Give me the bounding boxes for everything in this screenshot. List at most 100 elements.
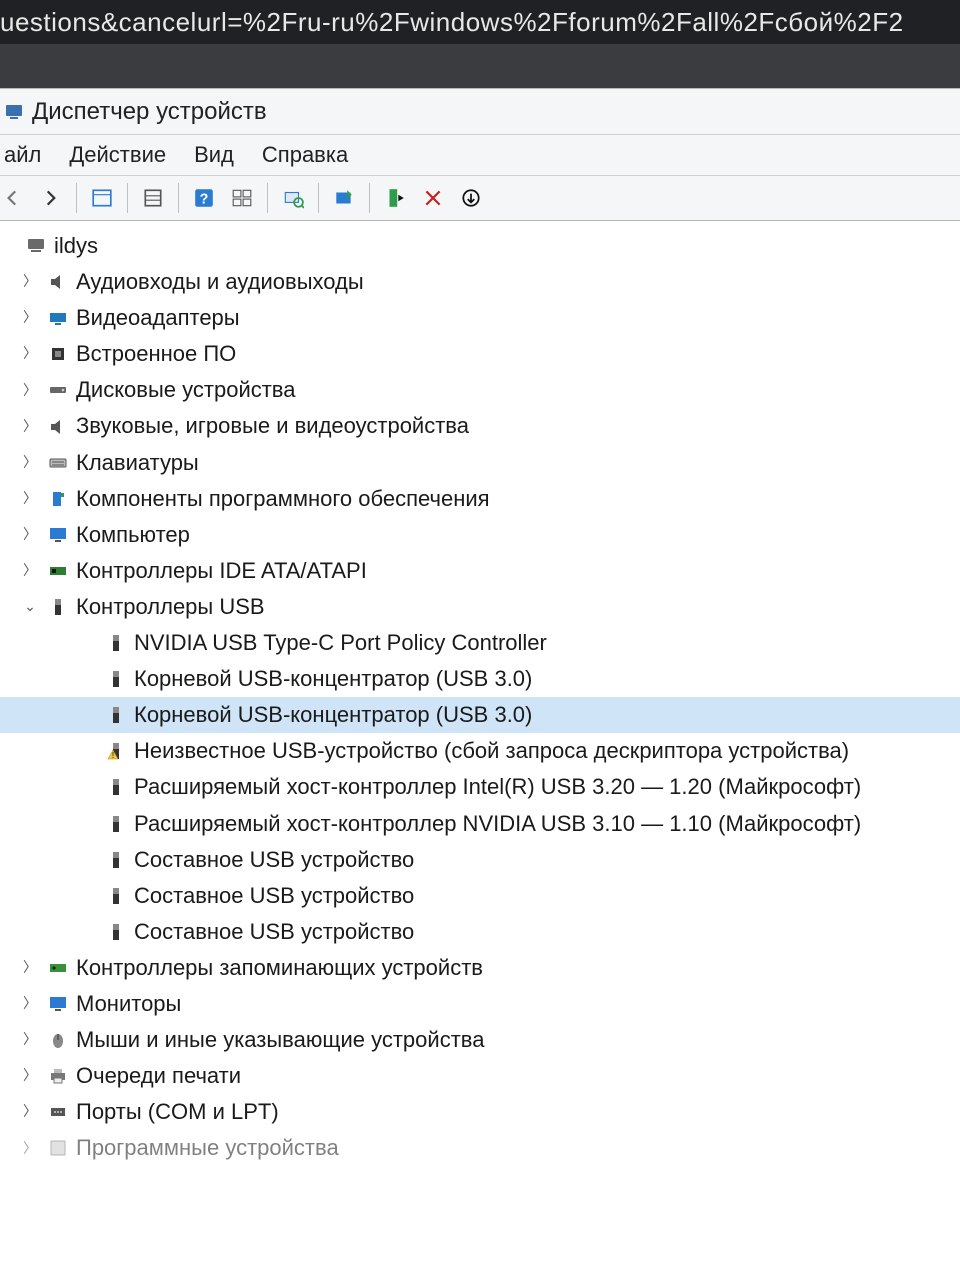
toolbar-show-hidden-button[interactable] (85, 181, 119, 215)
toolbar-help-button[interactable]: ? (187, 181, 221, 215)
tree-category-label: Контроллеры IDE ATA/ATAPI (76, 554, 373, 588)
svg-text:?: ? (200, 192, 209, 208)
expander-icon[interactable]: 〉 (20, 380, 40, 402)
expander-icon[interactable]: 〉 (20, 271, 40, 293)
menu-help[interactable]: Справка (248, 136, 362, 174)
desktop-gap (0, 44, 960, 88)
storage-controller-icon (46, 956, 70, 980)
expander-icon[interactable]: 〉 (20, 1029, 40, 1051)
expander-icon[interactable]: 〉 (20, 560, 40, 582)
tree-item-usb-unknown-warning[interactable]: · ! Неизвестное USB-устройство (сбой зап… (0, 733, 960, 769)
tree-category-swdev[interactable]: 〉 Программные устройства (0, 1130, 960, 1166)
tree-item-usb-composite-2[interactable]: · Составное USB устройство (0, 878, 960, 914)
menu-view[interactable]: Вид (180, 136, 248, 174)
tree-category-label: Контроллеры USB (76, 590, 271, 624)
ide-controller-icon (46, 559, 70, 583)
tree-category-video[interactable]: 〉 Видеоадаптеры (0, 300, 960, 336)
toolbar-scan-button[interactable] (276, 181, 310, 215)
menu-action[interactable]: Действие (55, 136, 180, 174)
tree-category-label: Видеоадаптеры (76, 301, 246, 335)
tree-item-usb-nvidia-xhci[interactable]: · Расширяемый хост-контроллер NVIDIA USB… (0, 806, 960, 842)
expander-icon[interactable]: 〉 (20, 416, 40, 438)
tree-item-label: Расширяемый хост-контроллер Intel(R) USB… (134, 770, 867, 804)
tree-item-label: Расширяемый хост-контроллер NVIDIA USB 3… (134, 807, 867, 841)
tree-category-label: Порты (COM и LPT) (76, 1095, 285, 1129)
toolbar-by-type-button[interactable] (225, 181, 259, 215)
monitor-icon (46, 992, 70, 1016)
titlebar[interactable]: Диспетчер устройств (0, 89, 960, 135)
tree-category-usb[interactable]: ⌄ Контроллеры USB (0, 589, 960, 625)
software-component-icon (46, 487, 70, 511)
expander-icon[interactable]: 〉 (20, 993, 40, 1015)
tree-category-firmware[interactable]: 〉 Встроенное ПО (0, 336, 960, 372)
expander-icon[interactable]: 〉 (20, 488, 40, 510)
toolbar-enable-button[interactable] (378, 181, 412, 215)
tree-category-label: Аудиовходы и аудиовыходы (76, 265, 370, 299)
tree-item-label: NVIDIA USB Type-C Port Policy Controller (134, 626, 553, 660)
expander-icon[interactable]: 〉 (20, 524, 40, 546)
expander-icon[interactable]: 〉 (20, 1065, 40, 1087)
tree-category-ports[interactable]: 〉 Порты (COM и LPT) (0, 1094, 960, 1130)
toolbar-uninstall-button[interactable] (416, 181, 450, 215)
usb-device-icon (104, 848, 128, 872)
disk-icon (46, 378, 70, 402)
toolbar-separator (127, 183, 128, 213)
tree-item-usb-composite-3[interactable]: · Составное USB устройство (0, 914, 960, 950)
usb-device-icon (104, 884, 128, 908)
menu-file[interactable]: айл (0, 136, 55, 174)
printer-icon (46, 1064, 70, 1088)
tree-category-label: Дисковые устройства (76, 373, 301, 407)
toolbar-forward-button[interactable] (34, 181, 68, 215)
tree-category-print[interactable]: 〉 Очереди печати (0, 1058, 960, 1094)
tree-item-usb-root-hub-2-selected[interactable]: · Корневой USB-концентратор (USB 3.0) (0, 697, 960, 733)
tree-item-usb-intel-xhci[interactable]: · Расширяемый хост-контроллер Intel(R) U… (0, 769, 960, 805)
tree-category-storage[interactable]: 〉 Контроллеры запоминающих устройств (0, 950, 960, 986)
toolbar-back-button[interactable] (0, 181, 30, 215)
toolbar: ? (0, 175, 960, 221)
window-title: Диспетчер устройств (32, 98, 267, 126)
toolbar-separator (76, 183, 77, 213)
usb-warning-icon: ! (104, 739, 128, 763)
tree-category-label: Программные устройства (76, 1131, 345, 1165)
svg-text:!: ! (112, 751, 114, 760)
toolbar-disable-button[interactable] (454, 181, 488, 215)
firmware-icon (46, 342, 70, 366)
tree-category-keyboard[interactable]: 〉 Клавиатуры (0, 445, 960, 481)
tree-category-audio[interactable]: 〉 Аудиовходы и аудиовыходы (0, 264, 960, 300)
expander-icon[interactable]: 〉 (20, 957, 40, 979)
tree-category-swcomp[interactable]: 〉 Компоненты программного обеспечения (0, 481, 960, 517)
tree-category-label: Звуковые, игровые и видеоустройства (76, 409, 475, 443)
tree-category-label: Мыши и иные указывающие устройства (76, 1023, 490, 1057)
usb-device-icon (104, 812, 128, 836)
tree-category-monitor[interactable]: 〉 Мониторы (0, 986, 960, 1022)
tree-item-usb-root-hub-1[interactable]: · Корневой USB-концентратор (USB 3.0) (0, 661, 960, 697)
expander-icon[interactable]: ⌄ (20, 596, 40, 618)
tree-category-sound[interactable]: 〉 Звуковые, игровые и видеоустройства (0, 408, 960, 444)
device-manager-icon (2, 100, 26, 124)
toolbar-properties-button[interactable] (136, 181, 170, 215)
speaker-icon (46, 415, 70, 439)
expander-icon[interactable]: 〉 (20, 1138, 40, 1160)
tree-item-usb-composite-1[interactable]: · Составное USB устройство (0, 842, 960, 878)
tree-item-usb-nvidia-typec[interactable]: · NVIDIA USB Type-C Port Policy Controll… (0, 625, 960, 661)
expander-icon[interactable]: 〉 (20, 343, 40, 365)
ports-icon (46, 1100, 70, 1124)
tree-category-computer[interactable]: 〉 Компьютер (0, 517, 960, 553)
usb-icon (46, 595, 70, 619)
tree-item-label: Корневой USB-концентратор (USB 3.0) (134, 662, 538, 696)
expander-icon[interactable]: 〉 (20, 452, 40, 474)
tree-category-label: Компоненты программного обеспечения (76, 482, 496, 516)
tree-category-disk[interactable]: 〉 Дисковые устройства (0, 372, 960, 408)
toolbar-update-driver-button[interactable] (327, 181, 361, 215)
expander-icon[interactable]: 〉 (20, 1101, 40, 1123)
menubar: айл Действие Вид Справка (0, 135, 960, 175)
monitor-icon (46, 523, 70, 547)
device-manager-window: Диспетчер устройств айл Действие Вид Спр… (0, 88, 960, 1280)
tree-root-node[interactable]: ▪ ildys (0, 228, 960, 264)
expander-icon[interactable]: 〉 (20, 307, 40, 329)
device-tree[interactable]: ▪ ildys 〉 Аудиовходы и аудиовыходы 〉 Вид… (0, 221, 960, 1280)
tree-item-label: Составное USB устройство (134, 915, 420, 949)
tree-category-mouse[interactable]: 〉 Мыши и иные указывающие устройства (0, 1022, 960, 1058)
computer-icon (24, 234, 48, 258)
tree-category-ide[interactable]: 〉 Контроллеры IDE ATA/ATAPI (0, 553, 960, 589)
